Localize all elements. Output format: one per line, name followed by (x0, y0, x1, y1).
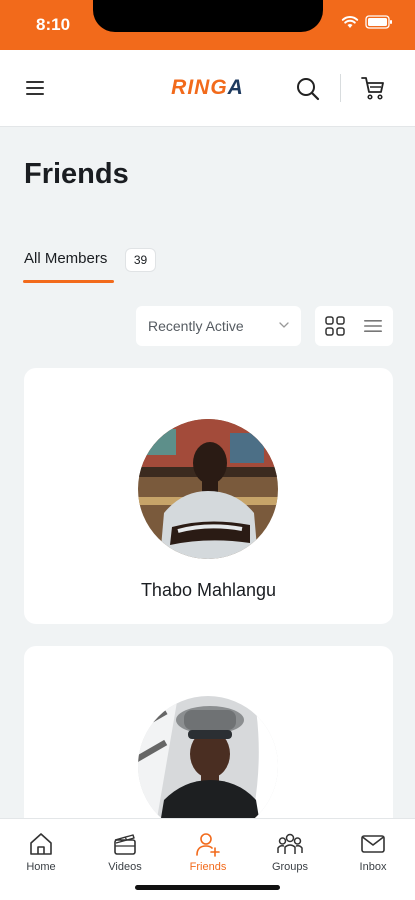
grid-view-icon[interactable] (325, 316, 345, 336)
app-header: RINGA (0, 50, 415, 127)
nav-item-groups[interactable]: Groups (255, 831, 325, 873)
nav-label: Inbox (359, 861, 387, 873)
nav-item-videos[interactable]: Videos (90, 831, 160, 873)
home-icon (30, 833, 52, 855)
member-name: Thabo Mahlangu (140, 580, 277, 600)
sort-dropdown[interactable]: Recently Active (136, 306, 301, 346)
battery-icon (365, 15, 392, 29)
logo-text: RING (171, 76, 228, 99)
status-time: 8:10 (36, 15, 71, 34)
member-count-badge: 39 (125, 248, 156, 272)
videos-icon (114, 834, 136, 855)
list-view-icon[interactable] (363, 316, 383, 336)
nav-label: Videos (108, 861, 142, 873)
member-card[interactable]: Thabo Mahlangu (24, 368, 393, 624)
cart-icon[interactable] (360, 75, 386, 101)
groups-icon (277, 833, 303, 854)
app-logo[interactable]: RINGA (0, 76, 415, 100)
nav-label: Friends (189, 861, 227, 873)
nav-label: Home (26, 861, 56, 873)
wifi-icon (341, 15, 359, 28)
chevron-down-icon (279, 322, 289, 328)
nav-item-home[interactable]: Home (6, 831, 76, 873)
add-friend-icon (196, 833, 220, 857)
nav-label: Groups (271, 861, 309, 873)
device-notch (93, 0, 323, 32)
tab-label: All Members (24, 250, 108, 267)
home-indicator (135, 885, 280, 890)
view-toggle (315, 306, 393, 346)
active-tab-indicator (23, 280, 114, 283)
page-title: Friends (24, 158, 129, 190)
avatar (138, 696, 278, 836)
sort-label: Recently Active (148, 318, 244, 334)
logo-accent-text: A (227, 76, 244, 99)
status-icons (341, 15, 393, 29)
header-divider (340, 74, 341, 102)
search-icon[interactable] (295, 76, 321, 102)
tab-all-members[interactable]: All Members (24, 250, 107, 268)
status-bar: 8:10 (0, 0, 415, 50)
avatar (138, 419, 278, 559)
nav-item-friends[interactable]: Friends (173, 831, 243, 873)
nav-item-inbox[interactable]: Inbox (338, 831, 408, 873)
inbox-icon (361, 835, 385, 853)
